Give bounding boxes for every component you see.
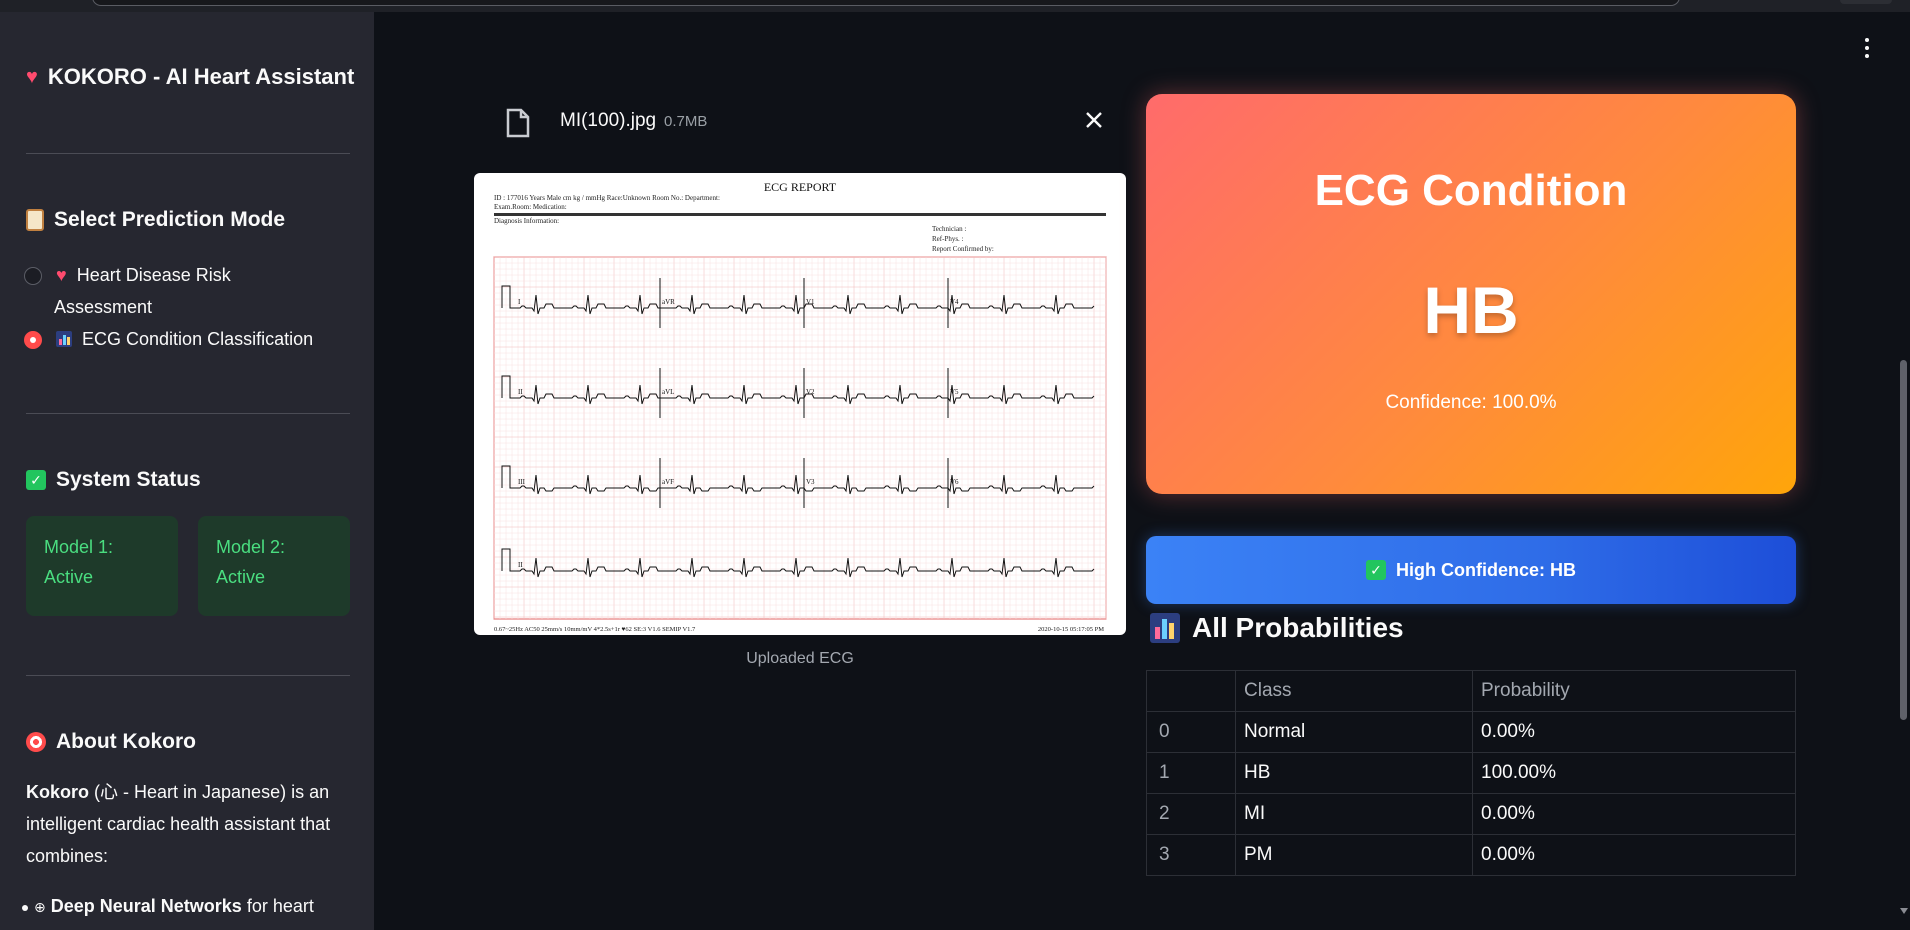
- ecg-technician: Technician :: [932, 225, 966, 233]
- main-menu-icon[interactable]: [1864, 38, 1870, 58]
- ecg-lead-label: III: [518, 478, 526, 486]
- ecg-image: ECG REPORT ID : 177016 Years Male cm kg …: [474, 173, 1126, 635]
- close-icon[interactable]: [1082, 108, 1106, 132]
- predicted-condition: HB: [1423, 273, 1519, 347]
- check-icon: ✓: [26, 470, 46, 490]
- ecg-lead-label: II: [518, 561, 523, 569]
- ecg-lead-label: II: [518, 388, 523, 396]
- ecg-diagnosis-label: Diagnosis Information:: [494, 217, 559, 225]
- target-icon: [26, 732, 46, 752]
- bar-chart-icon: [56, 331, 72, 347]
- ecg-lead-label: V3: [806, 478, 815, 486]
- radio-button-selected[interactable]: [24, 331, 42, 349]
- brain-icon: ⊕: [34, 899, 46, 915]
- bar-chart-icon: [1150, 613, 1180, 643]
- ecg-footer-left: 0.67~25Hz AC50 25mm/s 10mm/mV 4*2.5s+1r …: [494, 626, 696, 633]
- column-header-index: [1146, 670, 1236, 712]
- ecg-lead-label: V2: [806, 388, 815, 396]
- ecg-lead-label: V5: [950, 388, 959, 396]
- table-header-row: Class Probability: [1146, 670, 1796, 712]
- heart-icon: ♥: [26, 65, 38, 88]
- ecg-report-title: ECG REPORT: [764, 180, 837, 194]
- divider: [26, 153, 350, 154]
- about-section-title: About Kokoro: [26, 730, 196, 754]
- ecg-condition-card: ECG Condition HB Confidence: 100.0%: [1146, 94, 1796, 494]
- scrollbar[interactable]: [1900, 360, 1907, 720]
- ecg-header-line-1: ID : 177016 Years Male cm kg / mmHg Race…: [494, 194, 720, 202]
- model-1-status: Model 1: Active: [26, 516, 178, 616]
- divider: [26, 413, 350, 414]
- app-title: ♥ KOKORO - AI Heart Assistant: [26, 64, 355, 89]
- file-size: 0.7MB: [664, 113, 708, 130]
- radio-button[interactable]: [24, 267, 42, 285]
- divider: [26, 675, 350, 676]
- ecg-ref-phys: Ref-Phys. :: [932, 235, 964, 243]
- mode-section-title: Select Prediction Mode: [26, 208, 285, 232]
- browser-top-strip: [0, 0, 1910, 12]
- status-section-title: ✓ System Status: [26, 468, 201, 492]
- image-caption: Uploaded ECG: [746, 650, 854, 667]
- list-item: ⊕ Deep Neural Networks for heart: [22, 896, 354, 917]
- model-2-status: Model 2: Active: [198, 516, 350, 616]
- table-row: 3 PM 0.00%: [1146, 834, 1796, 876]
- ecg-lead-label: V4: [950, 298, 959, 306]
- condition-card-title: ECG Condition: [1314, 166, 1628, 215]
- file-icon: [506, 108, 530, 138]
- uploaded-file-row: MI(100).jpg 0.7MB: [498, 98, 1118, 150]
- window-control[interactable]: [1840, 0, 1892, 4]
- file-name: MI(100).jpg: [560, 110, 657, 131]
- sidebar: ♥ KOKORO - AI Heart Assistant Select Pre…: [0, 12, 374, 930]
- scroll-down-arrow[interactable]: [1900, 908, 1908, 914]
- ecg-lead-label: V6: [950, 478, 959, 486]
- high-confidence-banner: ✓ High Confidence: HB: [1146, 536, 1796, 604]
- ecg-lead-label: V1: [806, 298, 815, 306]
- table-row: 2 MI 0.00%: [1146, 793, 1796, 835]
- table-row: 0 Normal 0.00%: [1146, 711, 1796, 753]
- clipboard-icon: [26, 209, 44, 231]
- ecg-confirmed-by: Report Confirmed by:: [932, 245, 994, 253]
- about-text: Kokoro (心 - Heart in Japanese) is an int…: [26, 782, 331, 866]
- confidence-text: Confidence: 100.0%: [1385, 392, 1557, 413]
- check-icon: ✓: [1366, 560, 1386, 580]
- ecg-header-line-2: Exam.Room: Medication:: [494, 203, 567, 211]
- column-header-class: Class: [1235, 670, 1473, 712]
- column-header-probability: Probability: [1472, 670, 1796, 712]
- ecg-header-rule: [494, 213, 1106, 216]
- heart-icon: ♥: [56, 265, 67, 285]
- table-row: 1 HB 100.00%: [1146, 752, 1796, 794]
- probabilities-title: All Probabilities: [1150, 612, 1404, 644]
- ecg-lead-label: aVR: [662, 298, 675, 306]
- address-bar[interactable]: [92, 0, 1680, 6]
- ecg-lead-label: aVF: [662, 478, 674, 486]
- ecg-lead-label: aVL: [662, 388, 674, 396]
- ecg-footer-right: 2020-10-15 05:17:05 PM: [1038, 626, 1104, 633]
- probabilities-table: Class Probability 0 Normal 0.00% 1 HB 10…: [1146, 670, 1796, 876]
